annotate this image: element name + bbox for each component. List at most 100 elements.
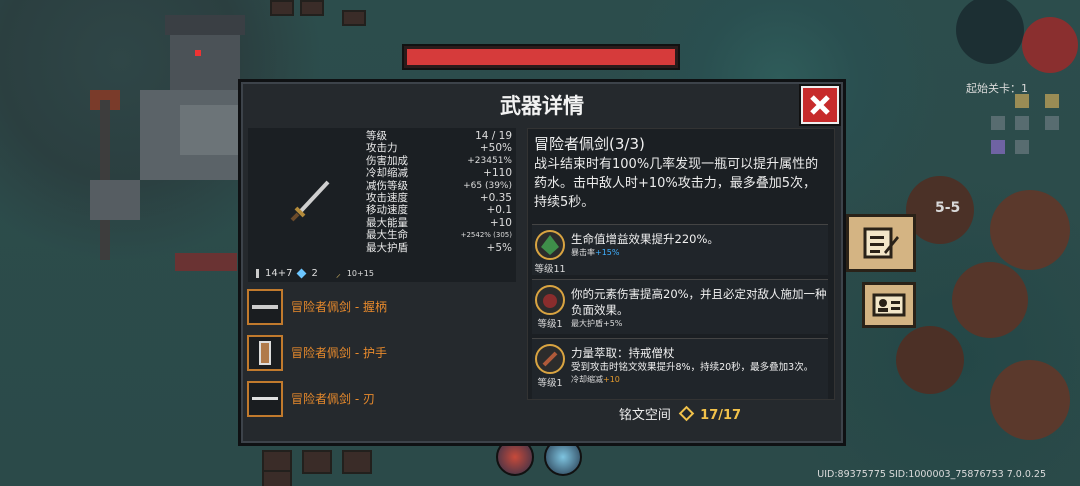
rune-item[interactable]: 等级11 生命值增益效果提升220%。 暴击率+15% [532,224,828,275]
stat-value: +2542% (305) [460,231,512,240]
guard-icon [247,334,283,371]
rune-sub-label: 暴击率 [571,248,595,257]
boss-health-fill [407,49,675,65]
stat-label: 伤害加成 [366,154,408,167]
weapon-description-panel[interactable]: 冒险者佩剑(3/3) 战斗结束时有100%几率发现一瓶可以提升属性的药水。击中敌… [527,128,835,400]
minimap[interactable] [985,92,1065,162]
rune-item[interactable]: 等级1 你的元素伤害提高20%，并且必定对敌人施加一种负面效果。 最大护盾+5% [532,279,828,334]
weapon-detail-dialog: 武器详情 14+7 2 ⸝ 10+15 等级 14 / 19 攻击力 +50% 伤害… [238,79,846,446]
stat-value: +5% [486,241,512,254]
stat-value: +110 [483,167,512,180]
stage-label: 5-5 [935,200,961,216]
rune-sub-value: +15% [595,248,620,257]
rune-effect: 生命值增益效果提升220%。 [571,232,719,246]
rune-level: 等级1 [537,378,563,389]
gem-b-value: 2 [311,267,318,279]
rune-badge-icon [535,230,565,260]
part-item-hilt[interactable]: 冒险者佩剑 - 握柄 [247,288,387,325]
hilt-icon [247,288,283,325]
stat-row: 等级 14 / 19 [366,130,512,142]
weapon-name: 冒险者佩剑(3/3) [534,135,645,153]
stat-row: 最大生命 +2542% (305) [366,229,512,241]
rune-level: 等级1 [537,319,563,330]
rune-sub-value: +10 [603,375,620,384]
stat-row: 移动速度 +0.1 [366,204,512,216]
world-tile [342,450,372,474]
world-tile [302,450,332,474]
rune-text: 力量萃取：持戒僧杖 受到攻击时铭文效果提升8%，持续20秒，最多叠加3次。 冷却… [571,345,829,385]
rune-text: 生命值增益效果提升220%。 暴击率+15% [571,231,829,258]
blade-icon [247,380,283,417]
minimap-room-current [991,140,1005,154]
stat-value: +0.35 [479,191,512,204]
rune-item[interactable]: 等级1 力量萃取：持戒僧杖 受到攻击时铭文效果提升8%，持续20秒，最多叠加3次… [532,338,829,399]
diamond-icon [297,268,307,278]
world-tile [300,0,324,16]
minimap-room [1045,116,1059,130]
potion-icon [256,268,259,278]
weapon-gems: 14+7 2 ⸝ 10+15 [256,266,374,280]
part-name: 冒险者佩剑 - 刃 [291,392,375,406]
rune-badge-icon [535,344,565,374]
minimap-room [1045,94,1059,108]
minimap-room [1015,116,1029,130]
part-name: 冒险者佩剑 - 握柄 [291,300,387,314]
stat-row: 最大护盾 +5% [366,242,512,254]
notes-button[interactable] [846,214,916,272]
rune-level: 等级11 [534,264,566,275]
stat-label: 冷却缩减 [366,167,408,180]
profile-card-button[interactable] [862,282,916,328]
stat-label: 减伤等级 [366,179,408,192]
stat-row: 冷却缩减 +110 [366,167,512,179]
uid-text: UID:89375775 SID:1000003_75876753 7.0.0.… [817,469,1046,480]
stat-label: 等级 [366,130,387,142]
stat-row: 最大能量 +10 [366,217,512,229]
sword-icon [290,180,330,222]
gem-a-value: 14+7 [265,267,293,279]
rune-slots-label: 铭文空间 [618,408,671,423]
stat-value: 14 / 19 [475,130,512,142]
stat-value: +50% [479,142,512,155]
id-card-icon [872,293,906,317]
boss-health-bar [402,44,680,70]
part-name: 冒险者佩剑 - 护手 [291,346,387,360]
rune-sub-label: 冷却缩减 [571,375,603,384]
rune-effect: 你的元素伤害提高20%，并且必定对敌人施加一种负面效果。 [571,287,827,317]
stat-label: 攻击速度 [366,191,408,204]
part-item-blade[interactable]: 冒险者佩剑 - 刃 [247,380,387,417]
minimap-room [1015,140,1029,154]
stat-row: 攻击力 +50% [366,142,512,154]
stat-label: 最大生命 [366,229,408,242]
rune-effect-detail: 受到攻击时铭文效果提升8%，持续20秒，最多叠加3次。 [571,362,814,373]
close-button[interactable] [801,86,839,124]
rune-sub-label: 最大护盾+5% [571,319,623,328]
stat-label: 最大护盾 [366,241,408,254]
diamond-outline-icon [678,405,695,422]
stat-label: 攻击力 [366,142,398,155]
stat-label: 最大能量 [366,216,408,229]
dialog-title: 武器详情 [500,94,584,118]
minimap-room [991,116,1005,130]
part-item-guard[interactable]: 冒险者佩剑 - 护手 [247,334,387,371]
rune-text: 你的元素伤害提高20%，并且必定对敌人施加一种负面效果。 最大护盾+5% [571,286,829,329]
stat-value: +23451% [467,155,512,166]
feather-icon: ⸝ [335,269,341,280]
rune-slots: 铭文空间 17/17 [527,404,833,423]
world-tile [342,10,366,26]
rune-effect: 力量萃取：持戒僧杖 [571,346,675,360]
rune-slots-value: 17/17 [700,408,742,423]
stat-value: +10 [489,216,512,229]
stat-list: 等级 14 / 19 攻击力 +50% 伤害加成 +23451% 冷却缩减 +110 减… [366,130,512,254]
stat-label: 移动速度 [366,204,408,217]
weapon-stats-panel: 14+7 2 ⸝ 10+15 等级 14 / 19 攻击力 +50% 伤害加成 +23… [248,128,516,282]
stat-value: +0.1 [486,204,513,217]
stat-row: 攻击速度 +0.35 [366,192,512,204]
rune-badge-icon [535,285,565,315]
weapon-parts-list: 冒险者佩剑 - 握柄 冒险者佩剑 - 护手 冒险者佩剑 - 刃 [247,288,387,426]
minimap-room [1015,94,1029,108]
stat-value: +65 (39%) [463,180,512,191]
gem-c-value: 10+15 [346,268,374,278]
stat-row: 减伤等级 +65 (39%) [366,180,512,192]
stat-row: 伤害加成 +23451% [366,155,512,167]
red-floor-marker [175,253,237,271]
